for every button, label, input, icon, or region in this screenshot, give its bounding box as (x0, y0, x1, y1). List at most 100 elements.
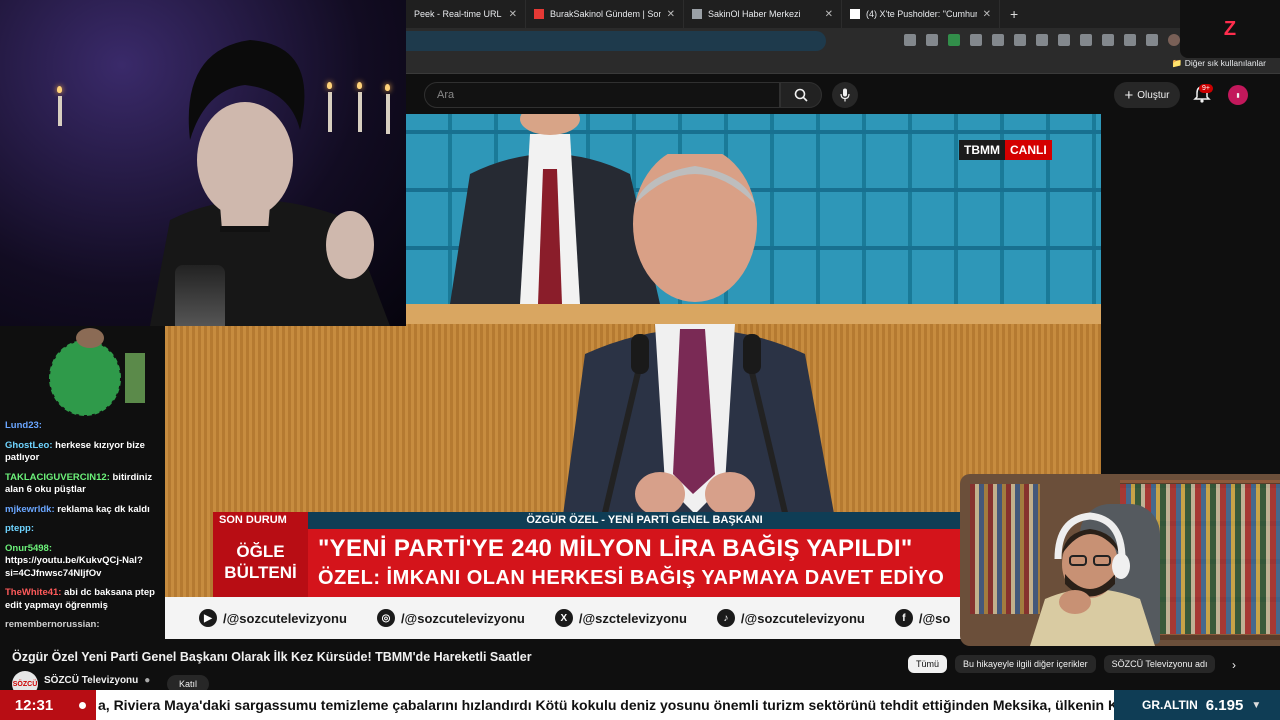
extension-icon[interactable] (1058, 34, 1070, 46)
profile-avatar[interactable] (1168, 34, 1180, 46)
close-tab-icon[interactable]: ✕ (667, 9, 675, 20)
breaking-label: SON DURUM (213, 512, 308, 529)
live-dot-icon (78, 701, 86, 709)
extension-icon[interactable] (1146, 34, 1158, 46)
gold-label: GR.ALTIN (1142, 698, 1198, 712)
social-handle: f /@so (894, 609, 951, 627)
headline-sub: ÖZEL: İMKANI OLAN HERKESİ BAĞIŞ YAPMAYA … (318, 567, 945, 589)
channel-logo: Z (1180, 0, 1280, 58)
create-button[interactable]: + Oluştur (1114, 82, 1180, 108)
chat-text: reklama kaç dk kaldı (57, 503, 150, 515)
candle (58, 96, 62, 126)
other-bookmarks[interactable]: 📁 Diğer sık kullanılanlar (1172, 58, 1266, 69)
ticker-clock: 12:31 (0, 690, 68, 720)
ticker-dot (68, 690, 96, 720)
extensions-row (904, 34, 1180, 46)
create-label: Oluştur (1137, 89, 1170, 101)
browser-tab[interactable]: Peek - Real-time URL Crawler ✕ (406, 0, 526, 28)
chat-username[interactable]: TAKLACIGUVERCIN12: (5, 472, 110, 483)
gold-price: GR.ALTIN 6.195 ▼ (1114, 690, 1280, 720)
tab-favicon-icon (850, 9, 860, 19)
browser-tab[interactable]: (4) X'te Pusholder: "Cumhurbaşkan ✕ (842, 0, 1000, 28)
chat-message: ptepp: (5, 523, 165, 536)
speaker-figure (555, 154, 845, 574)
extension-icon[interactable] (1080, 34, 1092, 46)
channel-name[interactable]: SÖZCÜ Televizyonu (44, 675, 138, 686)
headline-main: "YENİ PARTİ'YE 240 MİLYON LİRA BAĞIŞ YAP… (318, 535, 913, 562)
extension-icon[interactable] (970, 34, 982, 46)
tab-label: Peek - Real-time URL Crawler (414, 9, 503, 19)
close-tab-icon[interactable]: ✕ (509, 9, 517, 20)
streamer-webcam (0, 0, 406, 326)
extension-icon[interactable] (1014, 34, 1026, 46)
instagram-icon: ◎ (376, 609, 395, 627)
news-ticker: 12:31 a, Riviera Maya'daki sargassumu te… (0, 690, 1280, 720)
chat-message: mjkewrldk: reklama kaç dk kaldı (5, 504, 165, 517)
tab-label: (4) X'te Pusholder: "Cumhurbaşkan (866, 9, 977, 19)
extension-icon[interactable] (1102, 34, 1114, 46)
filter-chip[interactable]: Bu hikayeyle ilgili diğer içerikler (955, 655, 1096, 673)
social-handle-text: /@sozcutelevizyonu (223, 610, 347, 626)
emote-image (48, 328, 145, 417)
microphone (175, 265, 225, 326)
chat-message: Lund23: (5, 420, 165, 433)
youtube-header: Ara + Oluştur 9+ ▮ (406, 74, 1280, 114)
chat-username[interactable]: Lund23: (5, 420, 42, 431)
chat-messages: Lund23: GhostLeo: herkese kızıyor bize p… (5, 420, 165, 639)
tiktok-icon: ♪ (716, 609, 735, 627)
search-input[interactable]: Ara (424, 82, 780, 108)
candle-flame (57, 86, 62, 93)
search-button[interactable] (780, 82, 822, 108)
new-tab-icon[interactable]: + (1010, 6, 1018, 22)
filter-chip[interactable]: Tümü (908, 655, 948, 673)
browser-tab[interactable]: BurakSakinol Gündem | Son 3 Gün ✕ (526, 0, 684, 28)
browser-tab[interactable]: SakinOl Haber Merkezi ✕ (684, 0, 842, 28)
chat-username[interactable]: mjkewrldk: (5, 504, 55, 515)
chat-username[interactable]: remembernorussian: (5, 619, 100, 630)
screen: Peek - Real-time URL Crawler✕BurakSakino… (0, 0, 1280, 720)
notification-count: 9+ (1199, 84, 1213, 93)
tab-favicon-icon (692, 9, 702, 19)
extension-icon[interactable] (926, 34, 938, 46)
tab-favicon-icon (534, 9, 544, 19)
ticker-text: a, Riviera Maya'daki sargassumu temizlem… (98, 697, 1114, 713)
social-handle-text: /@sozcutelevizyonu (400, 610, 525, 626)
extension-icon[interactable] (948, 34, 960, 46)
chat-username[interactable]: Onur5498: (5, 543, 52, 554)
address-bar[interactable] (406, 28, 1280, 54)
chat-username[interactable]: TheWhite41: (5, 587, 61, 598)
social-handle: X /@szctelevizyonu (554, 609, 687, 627)
social-handle-text: /@so (918, 610, 951, 626)
bulletin-line1: ÖĞLE (236, 542, 285, 561)
gold-value: 6.195 (1205, 696, 1244, 714)
filter-chip[interactable]: SÖZCÜ Televizyonu adı (1103, 655, 1216, 673)
live-badge: TBMM CANLI (959, 140, 1052, 160)
url-field[interactable] (406, 31, 826, 51)
youtube-icon: ▶ (199, 609, 217, 627)
chevron-right-icon[interactable]: › (1232, 658, 1236, 672)
chat-username[interactable]: GhostLeo: (5, 440, 53, 451)
close-tab-icon[interactable]: ✕ (825, 9, 833, 20)
extension-icon[interactable] (1124, 34, 1136, 46)
chat-message: Onur5498: https://youtu.be/KukvQCj-Nal?s… (5, 543, 165, 581)
facebook-icon: f (894, 609, 913, 627)
extension-icon[interactable] (904, 34, 916, 46)
verified-icon: ● (144, 674, 151, 686)
related-chips: Tümü Bu hikayeyle ilgili diğer içerikler S… (908, 655, 1216, 673)
browser-tab-bar: Peek - Real-time URL Crawler✕BurakSakino… (406, 0, 1280, 28)
guest-figure (1030, 512, 1155, 646)
close-tab-icon[interactable]: ✕ (983, 9, 991, 20)
plus-icon: + (1124, 86, 1134, 104)
extension-icon[interactable] (992, 34, 1004, 46)
account-avatar[interactable]: ▮ (1228, 85, 1248, 105)
chat-message: GhostLeo: herkese kızıyor bize patlıyor (5, 440, 165, 465)
extension-icon[interactable] (1036, 34, 1048, 46)
chat-username[interactable]: ptepp: (5, 523, 34, 534)
microphone-icon (840, 88, 850, 102)
tab-label: BurakSakinol Gündem | Son 3 Gün (550, 9, 661, 19)
x-icon: X (554, 609, 573, 627)
voice-search-button[interactable] (832, 82, 858, 108)
other-bookmarks-label: Diğer sık kullanılanlar (1184, 58, 1266, 68)
social-handle-text: /@sozcutelevizyonu (740, 610, 865, 626)
chat-text: https://youtu.be/KukvQCj-Nal?si=4CJfnwsc… (5, 555, 143, 579)
